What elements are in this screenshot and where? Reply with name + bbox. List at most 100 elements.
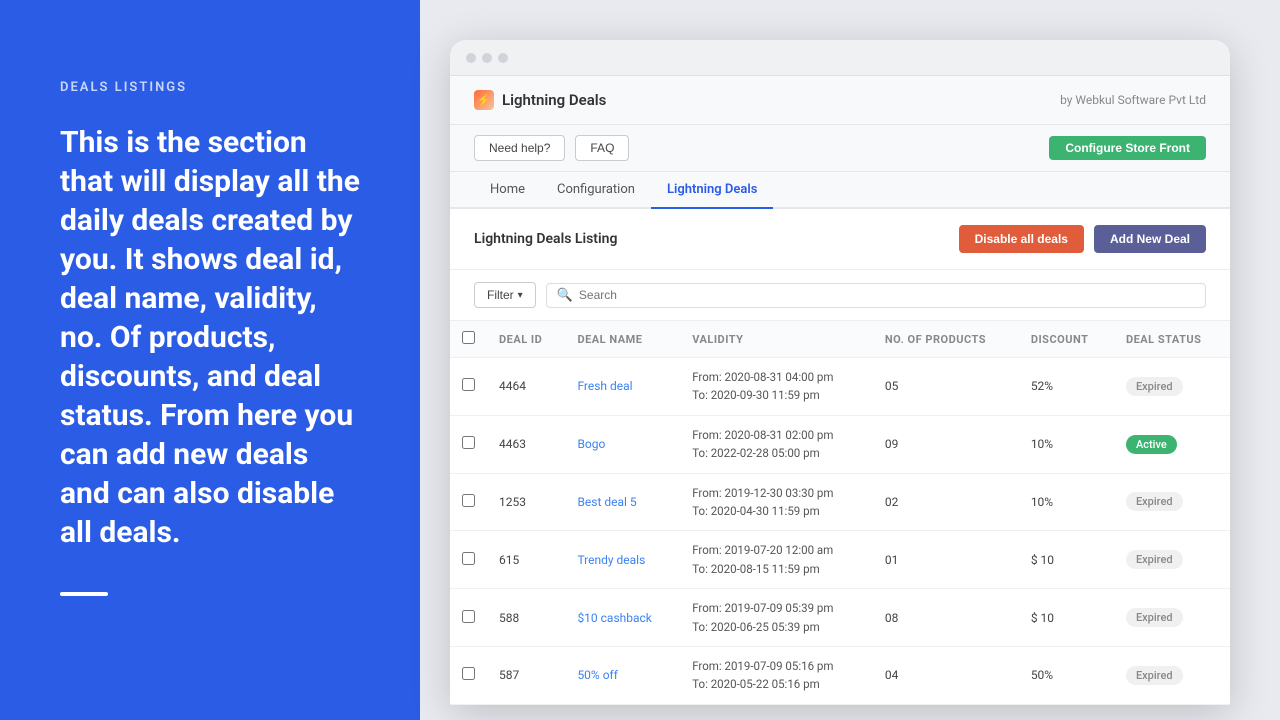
description: This is the section that will display al… [60,123,360,552]
deal-name-cell[interactable]: Bogo [565,415,680,473]
col-deal-id: DEAL ID [487,321,565,358]
configure-storefront-button[interactable]: Configure Store Front [1049,136,1206,160]
status-badge: Expired [1126,550,1183,569]
tab-home[interactable]: Home [474,172,541,209]
status-badge: Active [1126,435,1177,454]
deal-id-cell: 587 [487,646,565,704]
row-checkbox-cell [450,415,487,473]
deal-id-cell: 4463 [487,415,565,473]
by-text: by Webkul Software Pvt Ltd [1060,93,1206,107]
section-label: DEALS LISTINGS [60,80,360,95]
products-cell: 08 [873,589,1019,647]
tab-lightning-deals[interactable]: Lightning Deals [651,172,773,209]
status-cell: Expired [1114,473,1230,531]
deal-name-cell[interactable]: 50% off [565,646,680,704]
deal-name-cell[interactable]: Best deal 5 [565,473,680,531]
table-row: 1253 Best deal 5 From: 2019-12-30 03:30 … [450,473,1230,531]
right-panel: ⚡ Lightning Deals by Webkul Software Pvt… [420,0,1280,720]
col-num-products: NO. OF PRODUCTS [873,321,1019,358]
validity-cell: From: 2020-08-31 04:00 pmTo: 2020-09-30 … [680,358,873,416]
col-deal-name: DEAL NAME [565,321,680,358]
row-checkbox-cell [450,531,487,589]
header-checkbox-col [450,321,487,358]
app-title-text: Lightning Deals [502,91,606,109]
validity-cell: From: 2019-07-20 12:00 amTo: 2020-08-15 … [680,531,873,589]
deals-header: Lightning Deals Listing Disable all deal… [450,209,1230,270]
discount-cell: 50% [1019,646,1114,704]
filter-label: Filter [487,288,514,302]
status-badge: Expired [1126,666,1183,685]
deal-name-cell[interactable]: Fresh deal [565,358,680,416]
app-header: ⚡ Lightning Deals by Webkul Software Pvt… [450,76,1230,125]
col-validity: VALIDITY [680,321,873,358]
status-cell: Active [1114,415,1230,473]
row-checkbox-cell [450,473,487,531]
table-row: 587 50% off From: 2019-07-09 05:16 pmTo:… [450,646,1230,704]
row-checkbox-cell [450,589,487,647]
divider [60,592,108,596]
status-cell: Expired [1114,531,1230,589]
status-badge: Expired [1126,377,1183,396]
col-discount: DISCOUNT [1019,321,1114,358]
browser-bar [450,40,1230,76]
toolbar: Need help? FAQ Configure Store Front [450,125,1230,172]
deal-id-cell: 615 [487,531,565,589]
app-logo: ⚡ [474,90,494,110]
deal-id-cell: 588 [487,589,565,647]
search-icon: 🔍 [557,288,573,303]
header-actions: Disable all deals Add New Deal [959,225,1206,253]
table-row: 4464 Fresh deal From: 2020-08-31 04:00 p… [450,358,1230,416]
deal-name-cell[interactable]: Trendy deals [565,531,680,589]
discount-cell: 52% [1019,358,1114,416]
nav-tabs: Home Configuration Lightning Deals [450,172,1230,209]
discount-cell: 10% [1019,415,1114,473]
filter-bar: Filter ▾ 🔍 [450,270,1230,321]
status-badge: Expired [1126,492,1183,511]
browser-dot-1 [466,53,476,63]
left-panel: DEALS LISTINGS This is the section that … [0,0,420,720]
tab-configuration[interactable]: Configuration [541,172,651,209]
lightning-icon: ⚡ [477,93,492,107]
select-all-checkbox[interactable] [462,331,475,344]
row-checkbox[interactable] [462,494,475,507]
col-deal-status: DEAL STATUS [1114,321,1230,358]
deals-table: DEAL ID DEAL NAME VALIDITY NO. OF PRODUC… [450,321,1230,705]
status-cell: Expired [1114,358,1230,416]
validity-cell: From: 2019-07-09 05:16 pmTo: 2020-05-22 … [680,646,873,704]
discount-cell: $ 10 [1019,531,1114,589]
row-checkbox[interactable] [462,552,475,565]
table-header-row: DEAL ID DEAL NAME VALIDITY NO. OF PRODUC… [450,321,1230,358]
faq-button[interactable]: FAQ [575,135,629,161]
add-new-deal-button[interactable]: Add New Deal [1094,225,1206,253]
row-checkbox[interactable] [462,378,475,391]
row-checkbox[interactable] [462,610,475,623]
products-cell: 01 [873,531,1019,589]
validity-cell: From: 2019-07-09 05:39 pmTo: 2020-06-25 … [680,589,873,647]
deal-id-cell: 1253 [487,473,565,531]
status-cell: Expired [1114,589,1230,647]
browser-dot-2 [482,53,492,63]
table-row: 588 $10 cashback From: 2019-07-09 05:39 … [450,589,1230,647]
deal-name-cell[interactable]: $10 cashback [565,589,680,647]
table-row: 4463 Bogo From: 2020-08-31 02:00 pmTo: 2… [450,415,1230,473]
deals-listing-title: Lightning Deals Listing [474,231,617,247]
filter-button[interactable]: Filter ▾ [474,282,536,308]
products-cell: 09 [873,415,1019,473]
discount-cell: $ 10 [1019,589,1114,647]
row-checkbox[interactable] [462,436,475,449]
validity-cell: From: 2020-08-31 02:00 pmTo: 2022-02-28 … [680,415,873,473]
discount-cell: 10% [1019,473,1114,531]
row-checkbox-cell [450,358,487,416]
table-row: 615 Trendy deals From: 2019-07-20 12:00 … [450,531,1230,589]
need-help-button[interactable]: Need help? [474,135,565,161]
disable-all-deals-button[interactable]: Disable all deals [959,225,1084,253]
products-cell: 02 [873,473,1019,531]
row-checkbox-cell [450,646,487,704]
status-cell: Expired [1114,646,1230,704]
status-badge: Expired [1126,608,1183,627]
row-checkbox[interactable] [462,667,475,680]
search-input[interactable] [579,288,1195,302]
browser-dot-3 [498,53,508,63]
products-cell: 05 [873,358,1019,416]
validity-cell: From: 2019-12-30 03:30 pmTo: 2020-04-30 … [680,473,873,531]
